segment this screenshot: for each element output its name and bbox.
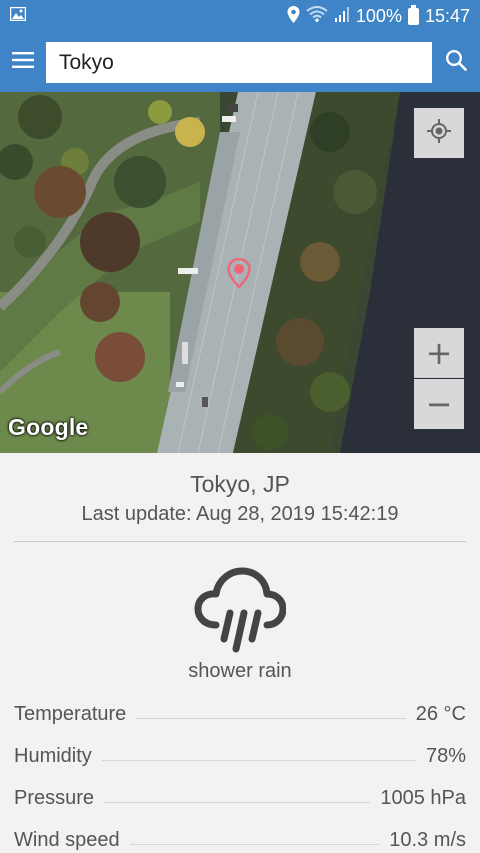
- zoom-in-button[interactable]: +: [414, 328, 464, 378]
- wifi-icon: [306, 6, 328, 27]
- detail-value: 1005 hPa: [380, 786, 466, 809]
- location-icon: [287, 5, 300, 28]
- battery-percent: 100%: [355, 6, 402, 26]
- leader-line: [101, 759, 416, 761]
- leader-line: [136, 717, 406, 719]
- detail-row-pressure: Pressure 1005 hPa: [14, 777, 466, 819]
- leader-line: [129, 843, 380, 845]
- search-icon: [445, 49, 467, 76]
- my-location-button[interactable]: [414, 108, 464, 158]
- search-button[interactable]: [432, 33, 480, 92]
- my-location-icon: [426, 118, 452, 149]
- detail-value: 26 °C: [415, 702, 466, 725]
- battery-icon: [407, 5, 419, 25]
- hamburger-menu-icon: [12, 51, 34, 74]
- map-view[interactable]: + − Google: [0, 92, 480, 453]
- weather-info-panel: Tokyo, JP Last update: Aug 28, 2019 15:4…: [0, 453, 480, 853]
- detail-row-wind-speed: Wind speed 10.3 m/s: [14, 819, 466, 853]
- last-update-text: Last update: Aug 28, 2019 15:42:19: [81, 503, 399, 525]
- menu-button[interactable]: [0, 33, 46, 92]
- status-bar: 100% 15:47: [0, 0, 480, 33]
- detail-label: Humidity: [14, 744, 92, 767]
- google-attribution: Google: [8, 414, 89, 440]
- detail-label: Pressure: [14, 786, 95, 809]
- detail-row-temperature: Temperature 26 °C: [14, 693, 466, 735]
- clock: 15:47: [424, 6, 470, 26]
- zoom-in-label: +: [425, 333, 453, 372]
- detail-value: 10.3 m/s: [389, 828, 466, 851]
- image-icon: [9, 6, 27, 26]
- city-search-input[interactable]: [46, 42, 432, 83]
- zoom-out-button[interactable]: −: [414, 379, 464, 429]
- city-name: Tokyo, JP: [190, 471, 290, 497]
- detail-row-humidity: Humidity 78%: [14, 735, 466, 777]
- weather-details: Temperature 26 °C Humidity 78% Pressure …: [14, 693, 466, 853]
- leader-line: [104, 801, 371, 803]
- app-bar: [0, 33, 480, 92]
- detail-value: 78%: [425, 744, 466, 767]
- divider: [14, 541, 466, 542]
- weather-description: shower rain: [188, 660, 292, 682]
- signal-icon: [334, 6, 350, 27]
- shower-rain-icon: [194, 567, 287, 660]
- detail-label: Wind speed: [14, 828, 120, 851]
- zoom-out-label: −: [425, 385, 453, 423]
- detail-label: Temperature: [14, 702, 127, 725]
- map-pin-icon[interactable]: [227, 257, 251, 293]
